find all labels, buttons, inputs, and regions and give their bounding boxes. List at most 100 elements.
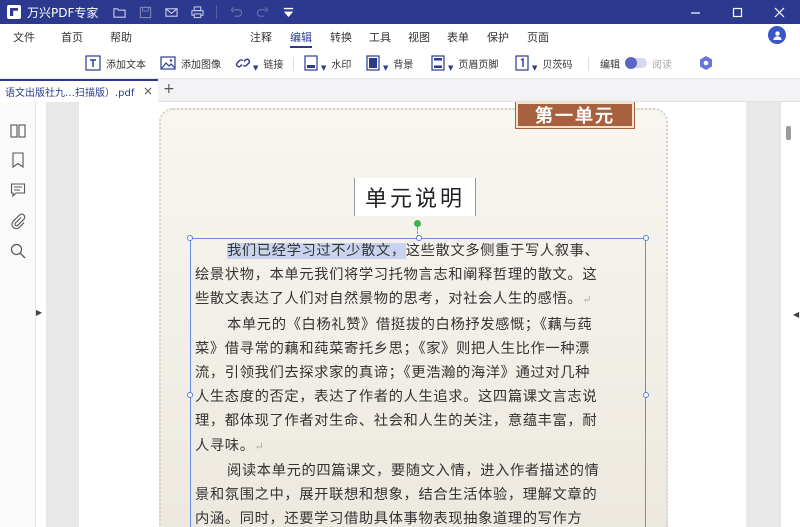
rotate-handle[interactable] xyxy=(414,220,421,227)
add-tab-icon[interactable]: + xyxy=(163,81,175,97)
unit-banner: 第一单元 xyxy=(515,102,635,129)
header-footer-label: 页眉页脚 xyxy=(458,59,499,71)
tab-pages[interactable]: 页面 xyxy=(527,29,549,45)
app-logo-icon xyxy=(7,5,21,19)
quick-access-toolbar xyxy=(112,5,295,19)
close-tab-icon[interactable]: × xyxy=(143,84,153,98)
text-line: 流，引领我们去探求家的真谛；《更浩瀚的海洋》通过对几种 xyxy=(195,365,591,382)
document-tab-strip: 语文出版社九…扫描版）.pdf × + xyxy=(0,78,800,102)
toolbar-divider xyxy=(293,57,294,71)
tab-edit[interactable]: 编辑 xyxy=(290,29,312,48)
add-image-label: 添加图像 xyxy=(181,59,221,71)
user-avatar-icon[interactable] xyxy=(768,26,786,44)
vertical-scrollbar[interactable]: ◀ xyxy=(780,102,800,527)
mode-toggle-switch[interactable] xyxy=(625,57,647,69)
add-text-label: 添加文本 xyxy=(106,59,146,71)
resize-handle[interactable] xyxy=(643,392,649,398)
close-icon[interactable] xyxy=(758,0,800,24)
bookmark-icon[interactable] xyxy=(9,151,27,169)
app-title: 万兴PDF专家 xyxy=(27,5,99,20)
header-footer-button[interactable]: ▼ 页眉页脚 xyxy=(430,54,498,72)
link-label: 链接 xyxy=(263,59,284,71)
text-line: 人生态度的否定，表达了作者的人生追求。这四篇课文言志说 xyxy=(195,389,598,406)
maximize-icon[interactable] xyxy=(716,0,758,24)
chevron-down-icon: ▼ xyxy=(448,63,454,72)
save-icon[interactable] xyxy=(138,5,152,19)
chevron-down-icon: ▼ xyxy=(321,63,327,72)
settings-button[interactable] xyxy=(698,54,714,72)
tab-view[interactable]: 视图 xyxy=(408,29,430,45)
bates-number-label: 贝茨码 xyxy=(542,59,573,71)
chevron-down-icon: ▼ xyxy=(532,63,538,72)
text-line: 理，都体现了作者对生命、社会和人生的关注，意蕴丰富，耐 xyxy=(195,413,598,430)
folder-icon[interactable] xyxy=(112,5,126,19)
read-mode-label: 阅读 xyxy=(652,59,672,71)
bates-number-button[interactable]: ▼ 贝茨码 xyxy=(514,54,572,72)
chevron-down-icon: ▼ xyxy=(253,63,259,72)
comment-icon[interactable] xyxy=(9,181,27,199)
menu-help[interactable]: 帮助 xyxy=(110,29,132,45)
toolbar-divider xyxy=(588,57,589,71)
tab-tools[interactable]: 工具 xyxy=(369,29,391,45)
text-line: 人寻味。↵ xyxy=(195,437,265,454)
watermark-label: 水印 xyxy=(331,59,352,71)
add-image-button[interactable]: 添加图像 xyxy=(160,54,221,72)
resize-handle[interactable] xyxy=(187,392,193,398)
body-text[interactable]: 我们已经学习过不少散文，这些散文多侧重于写人叙事、 绘景状物，本单元我们将学习托… xyxy=(195,239,641,527)
search-icon[interactable] xyxy=(9,242,27,260)
watermark-button[interactable]: ▼ 水印 xyxy=(303,54,351,72)
document-tab[interactable]: 语文出版社九…扫描版）.pdf × xyxy=(0,79,158,102)
header-footer-icon xyxy=(431,55,445,71)
left-sidebar xyxy=(0,102,36,527)
unit-title: 单元说明 xyxy=(354,178,476,216)
collapse-panel-arrow-icon[interactable]: ◀ xyxy=(793,310,799,319)
background-icon xyxy=(366,55,380,71)
text-line: 景和氛围之中，展开联想和想象，结合生活体验，理解文章的 xyxy=(195,487,598,504)
link-icon xyxy=(235,58,251,68)
title-bar: 万兴PDF专家 xyxy=(0,0,800,24)
attachment-icon[interactable] xyxy=(9,212,27,230)
resize-handle[interactable] xyxy=(643,235,649,241)
print-icon[interactable] xyxy=(190,5,204,19)
toolbar-divider xyxy=(216,5,218,19)
watermark-icon xyxy=(304,55,318,71)
thumbnails-icon[interactable] xyxy=(9,122,27,140)
pdf-page: 第一单元 单元说明 我们已经学习过不少散文，这些散文多侧重于写人叙事、 绘景状物… xyxy=(79,102,746,527)
text-box-icon xyxy=(85,55,101,71)
chevron-down-icon: ▼ xyxy=(383,63,389,72)
image-icon xyxy=(160,56,176,70)
text-line: 些散文表达了人们对自然景物的思考，对社会人生的感悟。↵ xyxy=(195,291,593,308)
customize-icon[interactable] xyxy=(281,5,295,19)
paragraph-mark: ↵ xyxy=(254,439,265,453)
link-button[interactable]: ▼ 链接 xyxy=(235,54,283,72)
undo-icon[interactable] xyxy=(229,5,243,19)
document-tab-label: 语文出版社九…扫描版）.pdf xyxy=(5,88,135,99)
window-controls xyxy=(674,0,800,24)
tab-annotate[interactable]: 注释 xyxy=(250,29,272,45)
add-text-button[interactable]: 添加文本 xyxy=(85,54,146,72)
hexagon-settings-icon xyxy=(700,56,712,70)
edit-mode-label: 编辑 xyxy=(600,59,620,71)
redo-icon[interactable] xyxy=(255,5,269,19)
text-line: 我们已经学习过不少散文，这些散文多侧重于写人叙事、 xyxy=(227,243,600,259)
tab-forms[interactable]: 表单 xyxy=(447,29,469,45)
text-line: 内涵。同时，还要学习借助具体事物表现抽象道理的写作方 xyxy=(195,511,583,527)
collapse-sidebar-arrow-icon[interactable]: ▶ xyxy=(36,308,42,317)
text-line: 本单元的《白杨礼赞》借挺拔的白杨抒发感慨；《藕与莼 xyxy=(227,316,593,333)
tab-protect[interactable]: 保护 xyxy=(487,29,509,45)
edit-read-toggle[interactable]: 编辑 阅读 xyxy=(600,54,672,72)
tab-convert[interactable]: 转换 xyxy=(330,29,352,45)
paragraph-mark: ↵ xyxy=(582,293,593,307)
mail-icon[interactable] xyxy=(164,5,178,19)
menu-home[interactable]: 首页 xyxy=(61,29,83,45)
text-line: 菜》借寻常的藕和莼菜寄托乡思；《家》则把人生比作一种漂 xyxy=(195,340,591,357)
highlighted-text: 我们已经学习过不少散文， xyxy=(227,243,406,259)
edit-toolbar: 添加文本 添加图像 ▼ 链接 ▼ 水印 ▼ 背景 ▼ 页眉页脚 ▼ 贝茨码 编辑… xyxy=(0,48,800,78)
menu-file[interactable]: 文件 xyxy=(13,29,35,45)
text-line: 阅读本单元的四篇课文，要随文入情，进入作者描述的情 xyxy=(227,462,600,479)
minimize-icon[interactable] xyxy=(674,0,716,24)
background-button[interactable]: ▼ 背景 xyxy=(365,54,413,72)
scrollbar-thumb[interactable] xyxy=(786,126,791,140)
resize-handle[interactable] xyxy=(187,235,193,241)
text-line: 绘景状物，本单元我们将学习托物言志和阐释哲理的散文。这 xyxy=(195,267,598,284)
